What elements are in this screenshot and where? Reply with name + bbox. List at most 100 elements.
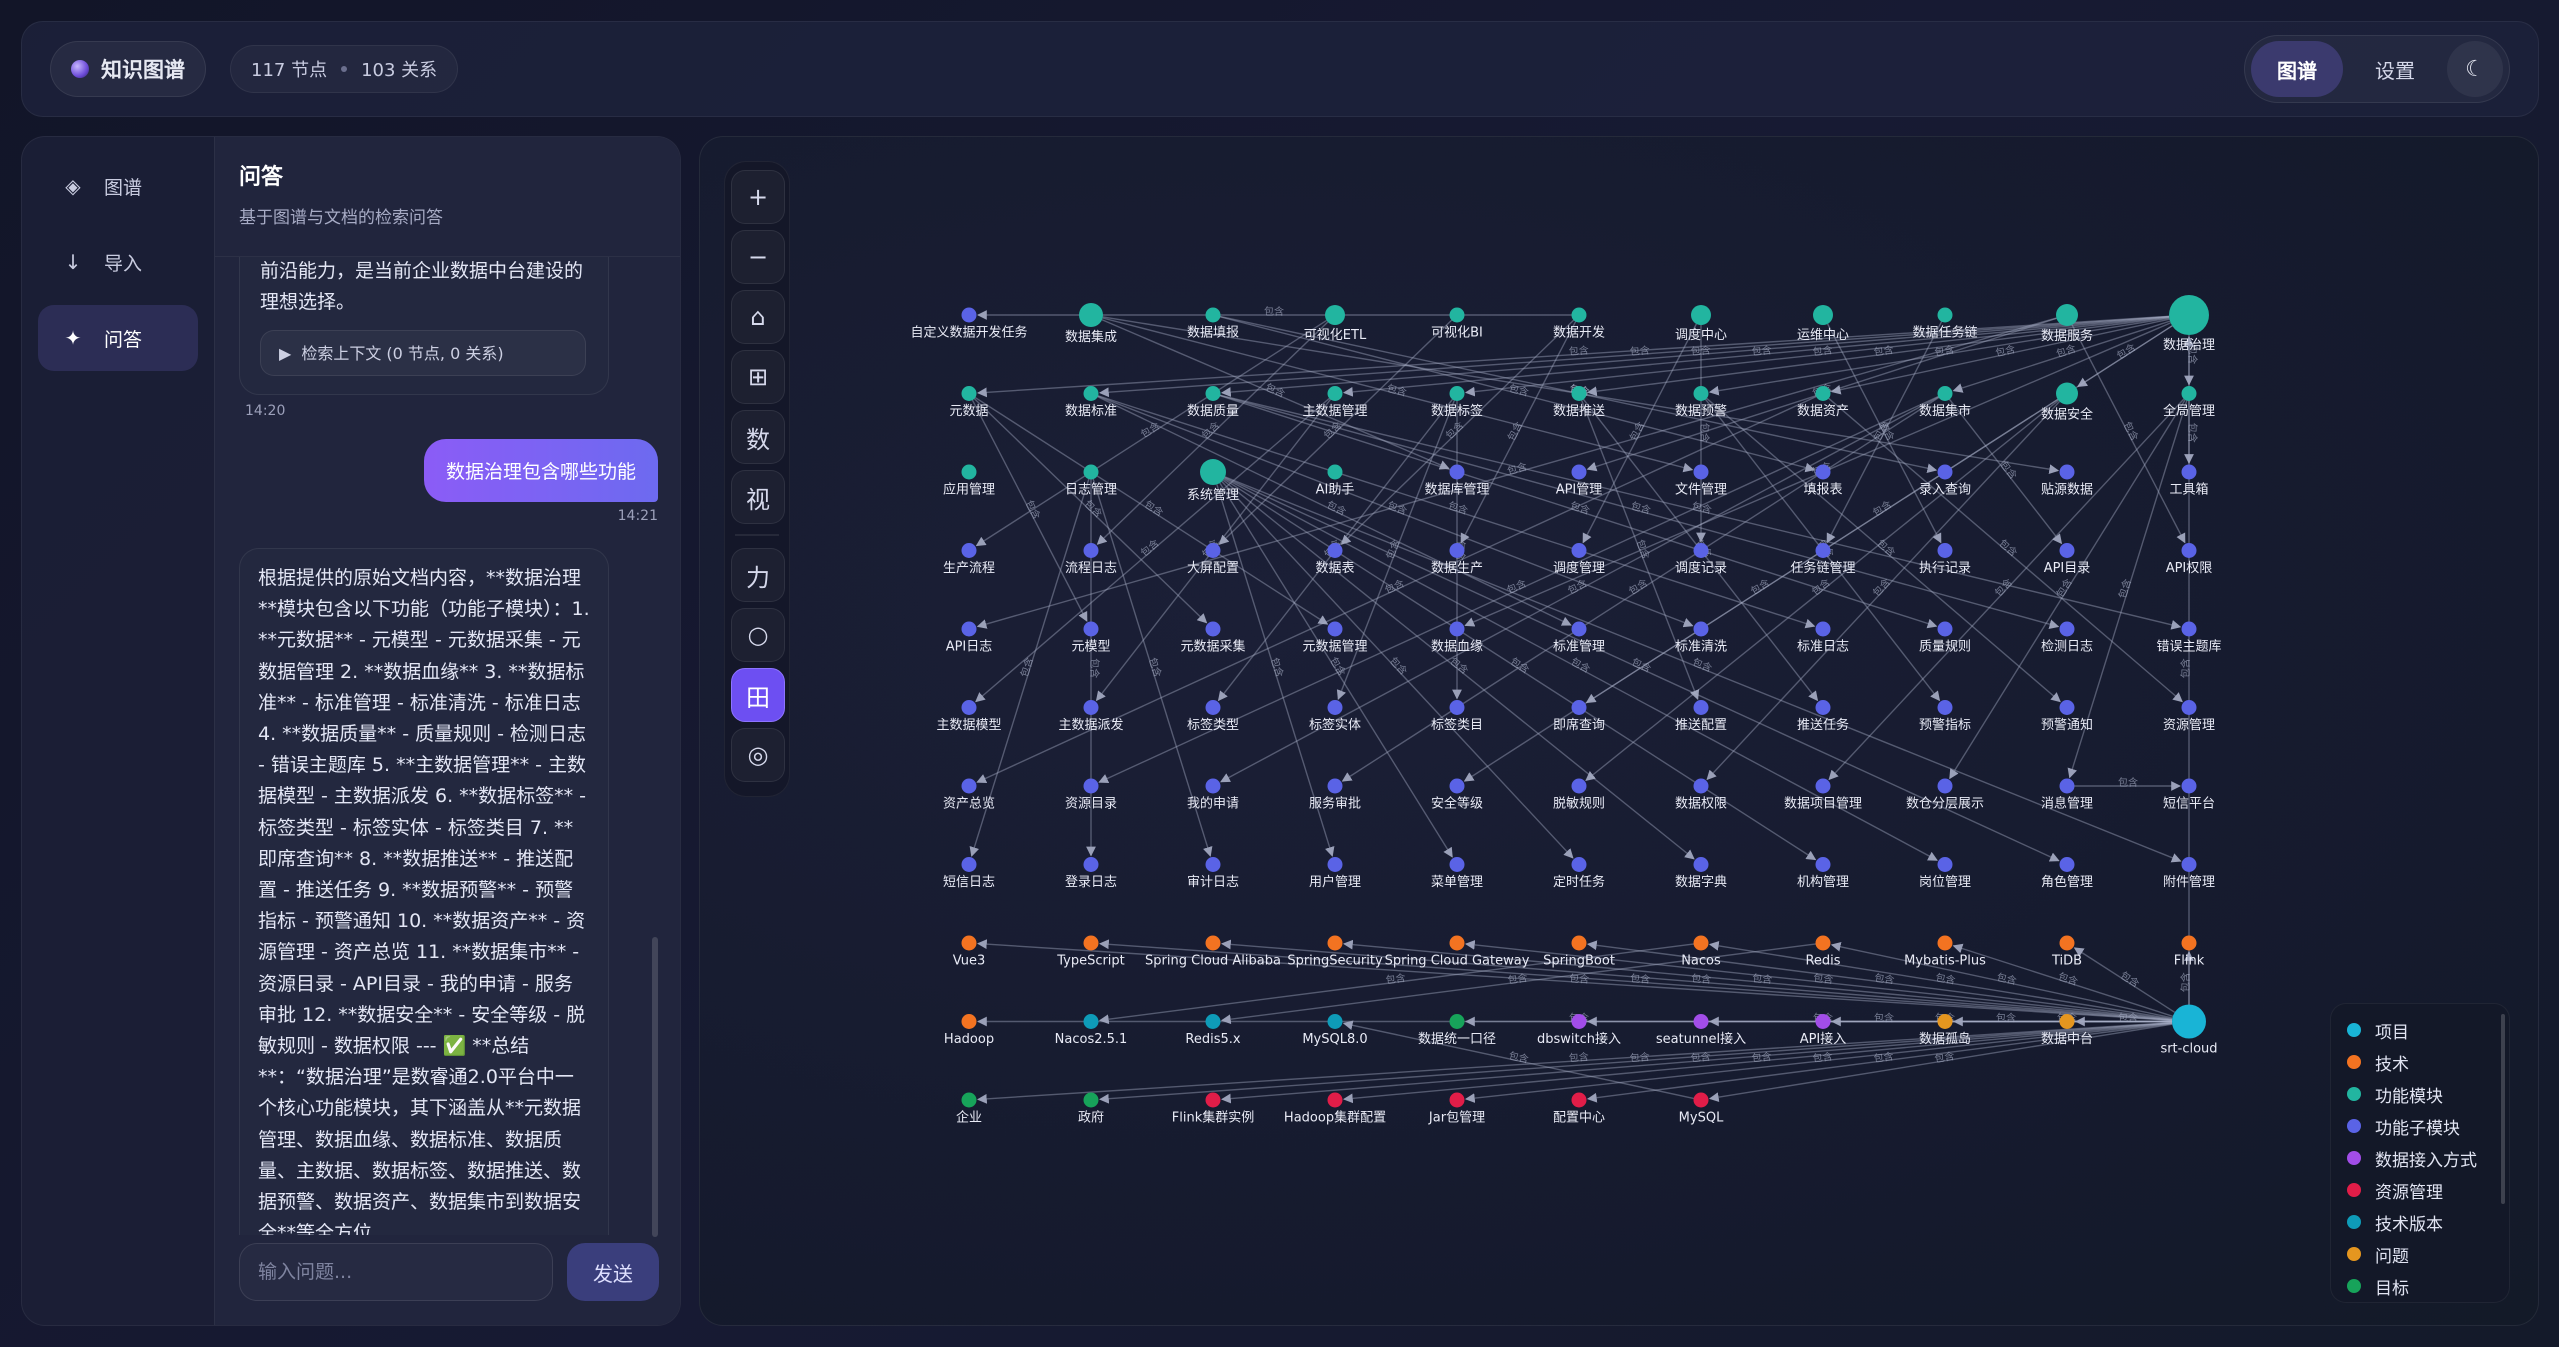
graph-node[interactable]: 政府 [1078,1092,1104,1126]
node-circle[interactable] [1693,935,1709,951]
graph-node[interactable]: API接入 [1800,1014,1847,1047]
graph-node[interactable]: 自定义数据开发任务 [910,307,1028,341]
node-circle[interactable] [961,700,977,715]
node-circle[interactable] [961,1092,977,1108]
graph-node[interactable]: 预警指标 [1919,700,1971,733]
node-circle[interactable] [1083,543,1099,558]
node-circle[interactable] [1205,621,1221,637]
node-circle[interactable] [1200,459,1226,485]
node-circle[interactable] [2059,1014,2075,1029]
graph-node[interactable]: 短信日志 [943,857,995,890]
graph-node[interactable]: 脱敏规则 [1553,778,1605,812]
graph-node[interactable]: API日志 [946,621,993,655]
graph-node[interactable]: srt-cloud [2160,1004,2218,1057]
node-circle[interactable] [1449,700,1465,715]
graph-node[interactable]: 即席查询 [1553,700,1605,733]
tab-graph[interactable]: 图谱 [2251,41,2343,97]
graph-node[interactable]: 检测日志 [2041,621,2093,655]
graph-node[interactable]: 岗位管理 [1919,857,1971,890]
node-circle[interactable] [1937,857,1953,872]
node-circle[interactable] [1083,700,1099,715]
node-circle[interactable] [961,935,977,951]
node-circle[interactable] [1815,1014,1831,1029]
node-circle[interactable] [1571,386,1587,401]
node-circle[interactable] [1205,778,1221,794]
node-circle[interactable] [1815,386,1831,401]
node-circle[interactable] [2181,621,2197,637]
node-circle[interactable] [1571,307,1587,323]
node-circle[interactable] [1693,700,1709,715]
node-circle[interactable] [1693,857,1709,872]
node-circle[interactable] [2059,621,2075,637]
force-layout-button[interactable]: 力 [731,548,785,602]
node-circle[interactable] [1693,464,1709,480]
graph-node[interactable]: 数据孤岛 [1919,1014,1971,1047]
node-circle[interactable] [1327,857,1343,872]
graph-node[interactable]: API管理 [1556,464,1603,498]
node-circle[interactable] [1205,700,1221,715]
graph-node[interactable]: 执行记录 [1919,543,1971,576]
node-circle[interactable] [1083,621,1099,637]
fit-view-button[interactable]: ⊞ [731,350,785,404]
node-circle[interactable] [1083,857,1099,872]
node-circle[interactable] [961,621,977,637]
node-circle[interactable] [961,857,977,872]
graph-node[interactable]: 数据质量 [1187,386,1239,419]
visual-view-button[interactable]: 视 [731,470,785,524]
node-circle[interactable] [1083,386,1099,401]
graph-node[interactable]: TiDB [2051,935,2082,969]
send-button[interactable]: 发送 [567,1243,659,1301]
node-circle[interactable] [1449,1092,1465,1108]
node-circle[interactable] [2181,935,2197,951]
node-circle[interactable] [1693,778,1709,794]
graph-node[interactable]: 用户管理 [1309,857,1361,890]
node-circle[interactable] [961,778,977,794]
node-circle[interactable] [1693,1092,1709,1108]
node-circle[interactable] [2059,543,2075,558]
node-circle[interactable] [2056,382,2078,405]
node-circle[interactable] [1083,1092,1099,1108]
graph-node[interactable]: 推送任务 [1797,700,1849,733]
node-circle[interactable] [1449,307,1465,323]
node-circle[interactable] [961,464,977,480]
node-circle[interactable] [2169,295,2209,335]
graph-node[interactable]: MySQL8.0 [1302,1014,1368,1047]
graph-node[interactable]: 预警通知 [2041,700,2093,733]
graph-node[interactable]: 录入查询 [1919,464,1971,498]
node-circle[interactable] [1449,464,1465,480]
theme-toggle-moon-icon[interactable]: ☾ [2447,41,2503,97]
node-circle[interactable] [1571,857,1587,872]
graph-node[interactable]: 数仓分层展示 [1906,778,1984,812]
node-circle[interactable] [1327,386,1343,401]
node-circle[interactable] [1083,935,1099,951]
node-circle[interactable] [1327,1014,1343,1029]
graph-node[interactable]: 应用管理 [943,464,995,498]
node-circle[interactable] [1815,778,1831,794]
node-circle[interactable] [1693,621,1709,637]
node-circle[interactable] [1937,935,1953,951]
node-circle[interactable] [1571,464,1587,480]
node-circle[interactable] [1325,305,1345,325]
graph-node[interactable]: 标准清洗 [1675,621,1727,655]
context-toggle-button[interactable]: ▶ 检索上下文 (0 节点, 0 关系) [260,330,586,376]
node-circle[interactable] [1079,303,1103,327]
graph-node[interactable]: 主数据模型 [936,700,1002,733]
graph-node[interactable]: seatunnel接入 [1656,1014,1746,1047]
node-circle[interactable] [1327,1092,1343,1108]
node-circle[interactable] [1205,1014,1221,1029]
graph-node[interactable]: 消息管理 [2041,778,2093,812]
node-circle[interactable] [1449,778,1465,794]
brand[interactable]: 知识图谱 [50,41,206,97]
graph-node[interactable]: 我的申请 [1187,778,1239,812]
node-circle[interactable] [1205,543,1221,558]
node-circle[interactable] [1449,543,1465,558]
node-circle[interactable] [1571,935,1587,951]
node-circle[interactable] [1693,543,1709,558]
node-circle[interactable] [2059,464,2075,480]
graph-node[interactable]: 数据字典 [1675,857,1727,890]
node-circle[interactable] [1815,935,1831,951]
node-circle[interactable] [1937,1014,1953,1029]
node-circle[interactable] [1691,305,1711,325]
node-circle[interactable] [1449,621,1465,637]
node-circle[interactable] [2059,857,2075,872]
